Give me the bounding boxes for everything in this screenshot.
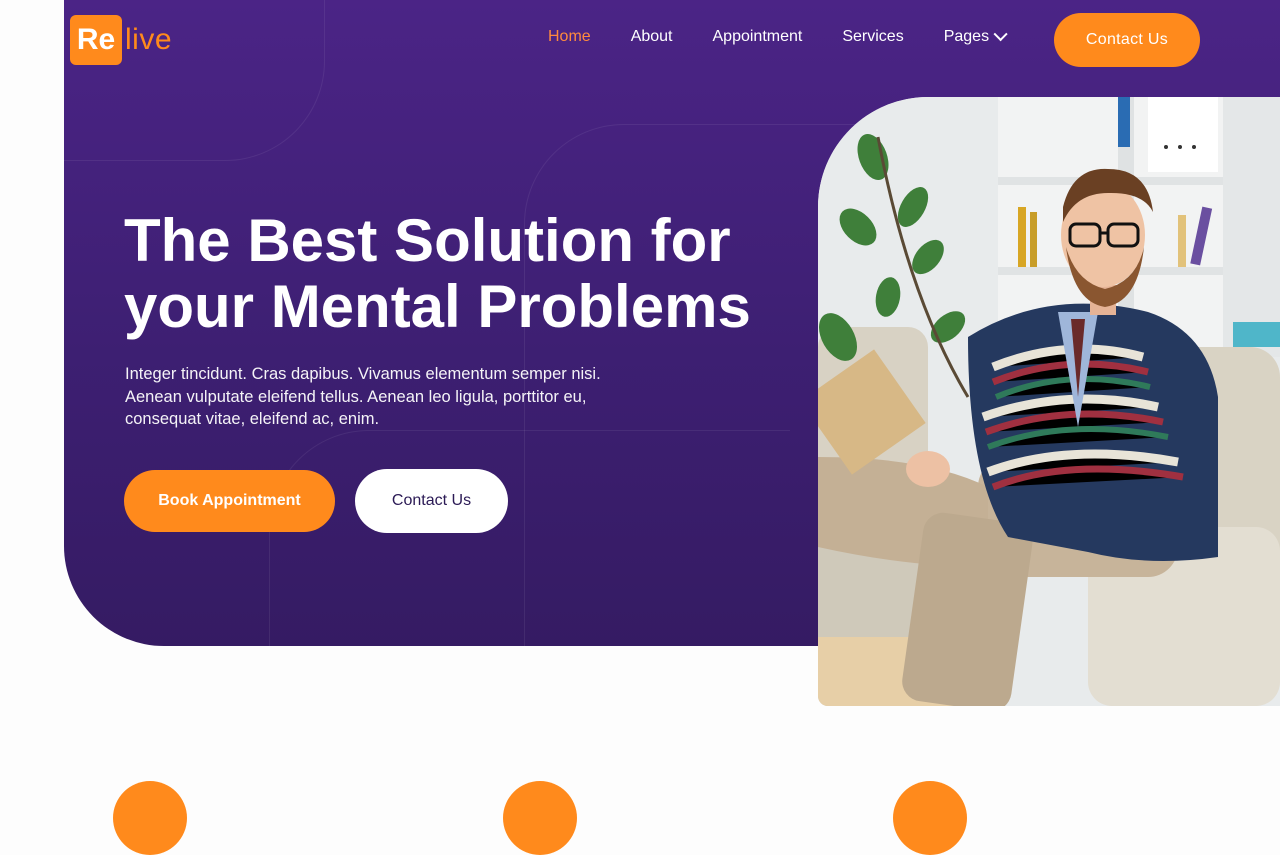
- hero-title-line2: your Mental Problems: [124, 273, 751, 340]
- hero-title-line1: The Best Solution for: [124, 207, 731, 274]
- nav-label: Services: [842, 28, 904, 45]
- chevron-down-icon: [993, 27, 1008, 42]
- feature-icon-circle: [113, 781, 187, 855]
- nav-item-pages[interactable]: Pages: [943, 27, 1008, 46]
- contact-us-button[interactable]: Contact Us: [355, 469, 508, 533]
- nav-label: Appointment: [712, 28, 803, 45]
- main-nav: Home About Appointment Services Pages: [548, 27, 1047, 46]
- decorative-outline: [269, 430, 790, 646]
- feature-icon-circle: [893, 781, 967, 855]
- nav-item-services[interactable]: Services: [842, 28, 903, 46]
- book-appointment-button[interactable]: Book Appointment: [124, 470, 335, 532]
- nav-label: About: [630, 28, 673, 45]
- hero-description: Integer tincidunt. Cras dapibus. Vivamus…: [125, 365, 601, 428]
- therapist-illustration: [818, 97, 1280, 706]
- contact-us-nav-button[interactable]: Contact Us: [1054, 13, 1200, 67]
- logo-wordmark: live: [125, 23, 173, 56]
- nav-label: Pages: [943, 28, 990, 45]
- nav-item-appointment[interactable]: Appointment: [713, 28, 803, 46]
- feature-icon-circle: [503, 781, 577, 855]
- logo-mark: Re: [70, 15, 122, 65]
- nav-item-about[interactable]: About: [631, 28, 673, 46]
- nav-label: Home: [548, 28, 591, 45]
- nav-item-home[interactable]: Home: [548, 28, 591, 46]
- logo[interactable]: Re live: [70, 15, 172, 65]
- hero-photo-therapist: [818, 97, 1280, 706]
- hero-title: The Best Solution for your Mental Proble…: [124, 208, 764, 340]
